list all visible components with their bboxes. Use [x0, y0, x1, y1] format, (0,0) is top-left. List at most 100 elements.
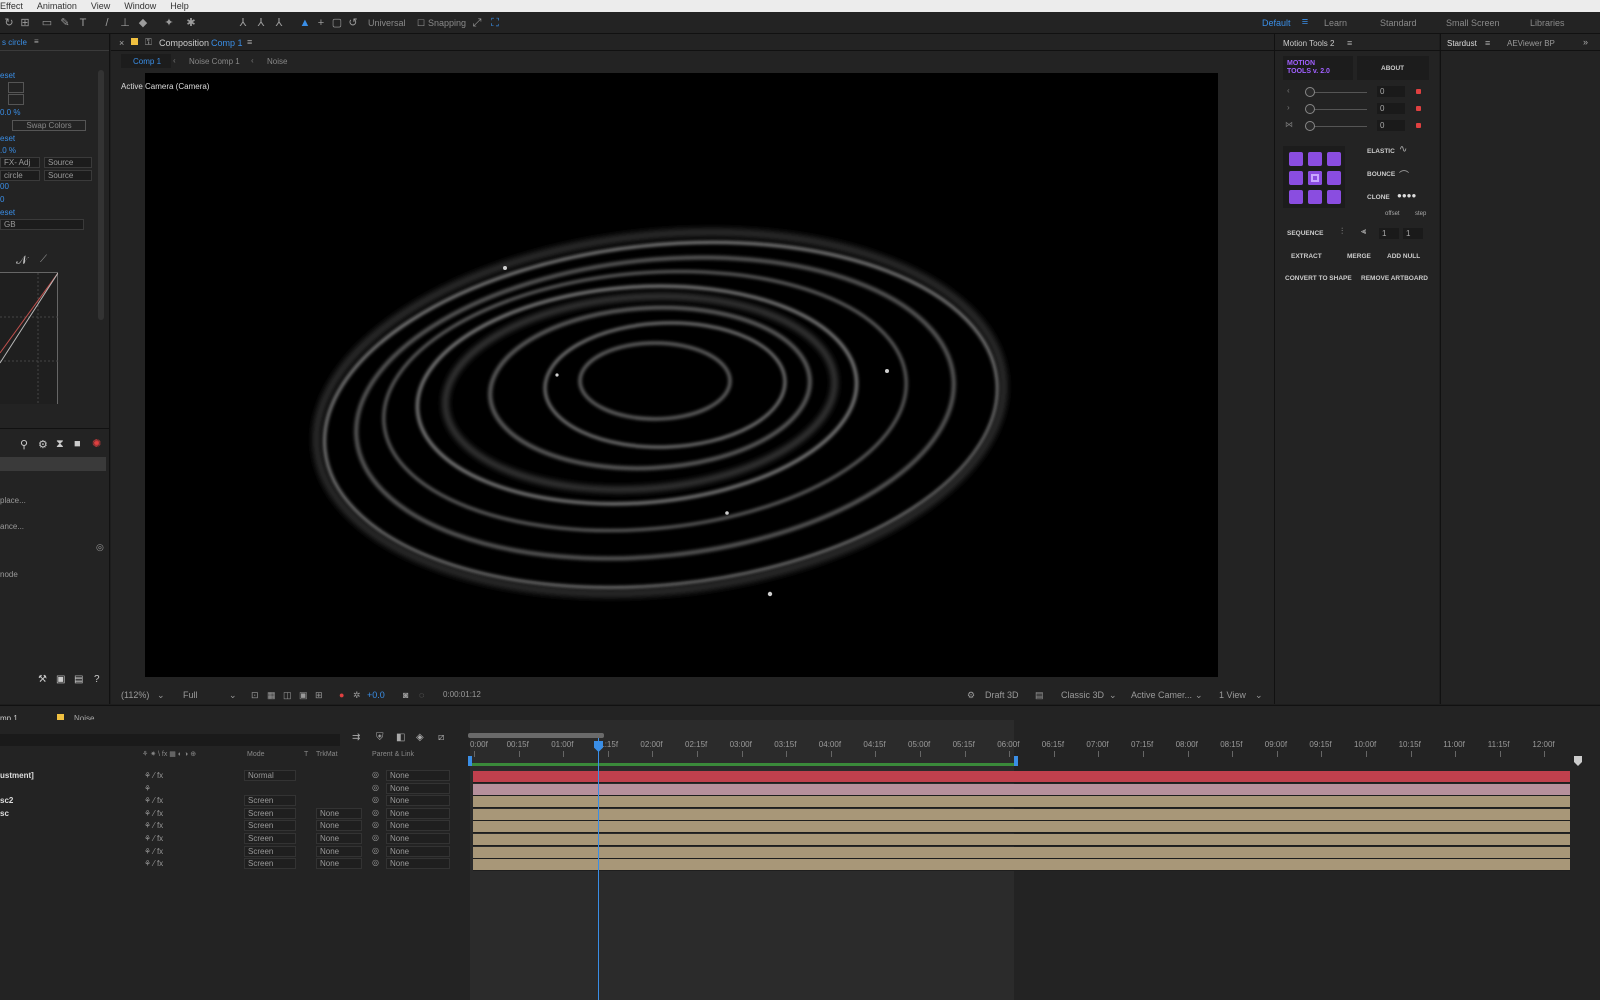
layer-select[interactable]: circle [0, 170, 40, 181]
pick-whip-icon[interactable]: ◎ [372, 858, 379, 867]
tab-aeviewer[interactable]: AEViewer BP [1507, 39, 1555, 48]
swap-colors-button[interactable]: Swap Colors [12, 120, 86, 131]
ease-slider-track[interactable] [1307, 109, 1367, 110]
breadcrumb-comp1[interactable]: Comp 1 [133, 57, 161, 66]
anchor-top-center[interactable] [1308, 152, 1322, 166]
layer-switches[interactable]: ⚘ ⁄ fx [144, 821, 163, 830]
value[interactable]: 0 [0, 195, 4, 204]
layer-row[interactable]: sc ⚘ ⁄ fx Screen None ◎ None [0, 807, 470, 820]
current-timecode[interactable]: 0:00:01:12 [443, 690, 481, 699]
reset-link[interactable]: eset [0, 134, 15, 143]
playhead-line[interactable] [598, 738, 599, 1000]
anchor-bottom-center[interactable] [1308, 190, 1322, 204]
list-item[interactable]: ance... [0, 522, 24, 531]
record-icon[interactable]: ✺ [92, 437, 101, 450]
source-select[interactable]: Source [44, 157, 92, 168]
workspace-menu-icon[interactable]: ≡ [1298, 15, 1312, 29]
layer-name[interactable]: ustment] [0, 771, 34, 780]
layer-parent-select[interactable]: None [386, 770, 450, 781]
move-tool-icon[interactable]: + [314, 16, 328, 30]
chevron-down-icon[interactable]: ⌄ [1195, 690, 1203, 701]
layer-row[interactable]: ⚘ ⁄ fx Screen None ◎ None [0, 858, 470, 870]
panel-menu-icon[interactable]: ≡ [1347, 38, 1352, 48]
selected-row[interactable] [0, 457, 106, 471]
curves-graph[interactable] [0, 272, 58, 405]
transparency-grid-icon[interactable]: ▦ [267, 690, 276, 701]
tracker-icon[interactable]: ⚲ [20, 438, 28, 451]
color-channels-icon[interactable]: ● [339, 690, 344, 700]
layer-duration-bar[interactable] [473, 834, 1570, 846]
stabilize-icon[interactable]: ⚙ [38, 438, 48, 451]
source-select[interactable]: Source [44, 170, 92, 181]
guides-icon[interactable]: ⊞ [315, 690, 323, 701]
merge-button[interactable]: MERGE [1347, 253, 1371, 260]
search-input[interactable] [0, 734, 340, 746]
layer-parent-select[interactable]: None [386, 858, 450, 870]
resolution-select[interactable]: Full [183, 690, 198, 700]
layer-name[interactable]: sc2 [0, 796, 13, 805]
layer-duration-bar[interactable] [473, 859, 1570, 872]
workspace-standard[interactable]: Standard [1380, 18, 1417, 28]
value[interactable]: 00 [0, 182, 9, 191]
reset-icon[interactable] [1416, 123, 1421, 128]
work-area-start-handle[interactable] [468, 756, 472, 766]
draft3d-label[interactable]: Draft 3D [985, 690, 1019, 700]
comment-icon[interactable]: ▣ [56, 674, 65, 685]
menu-effect[interactable]: Effect [0, 1, 23, 11]
brush-tool-icon[interactable]: / [100, 16, 114, 30]
color-swatch[interactable] [8, 82, 24, 93]
anchor-middle-right[interactable] [1327, 171, 1341, 185]
layer-duration-bar[interactable] [473, 783, 1570, 796]
list-item[interactable]: place... [0, 496, 26, 505]
extract-button[interactable]: EXTRACT [1291, 253, 1322, 260]
menu-window[interactable]: Window [124, 1, 156, 11]
add-null-button[interactable]: ADD NULL [1387, 253, 1420, 260]
rectangle-tool-icon[interactable]: ▭ [40, 16, 54, 30]
layer-row[interactable]: sc2 ⚘ ⁄ fx Screen ◎ None [0, 795, 470, 807]
layer-duration-bar[interactable] [473, 846, 1570, 859]
layer-name[interactable]: sc [0, 809, 9, 818]
layer-trkmat-select[interactable]: None [316, 820, 362, 832]
zoom-select[interactable]: (112%) [121, 690, 149, 700]
clone-stamp-icon[interactable]: ⊥ [118, 16, 132, 30]
eraser-icon[interactable]: ◆ [136, 16, 150, 30]
ease-slider-knob[interactable] [1305, 87, 1315, 97]
chevron-down-icon[interactable]: ⌄ [229, 690, 237, 701]
breadcrumb-noise-comp1[interactable]: Noise Comp 1 [189, 57, 240, 66]
panel-title[interactable]: s circle [2, 38, 27, 47]
pick-whip-icon[interactable]: ◎ [372, 783, 379, 792]
axis-local-icon[interactable]: ⅄ [236, 16, 250, 30]
layer-duration-bar[interactable] [473, 771, 1570, 783]
layer-trkmat-select[interactable]: None [316, 807, 362, 819]
workspace-default[interactable]: Default [1262, 18, 1291, 28]
layer-switches[interactable]: ⚘ ⁄ fx [144, 834, 163, 843]
wrench-icon[interactable]: ⚒ [38, 674, 47, 685]
menu-help[interactable]: Help [170, 1, 189, 11]
universal-label[interactable]: Universal [368, 18, 406, 28]
workspace-learn[interactable]: Learn [1324, 18, 1347, 28]
camera-icon[interactable]: ■ [74, 438, 81, 450]
close-tab-icon[interactable]: × [119, 38, 124, 48]
mask-visibility-icon[interactable]: ◫ [283, 690, 292, 701]
chevron-down-icon[interactable]: ⌄ [157, 690, 165, 701]
remove-artboard-button[interactable]: REMOVE ARTBOARD [1361, 275, 1428, 282]
comp-tab-prefix[interactable]: Composition [159, 38, 209, 48]
help-icon[interactable]: ? [94, 674, 100, 685]
percent-value[interactable]: .0 % [0, 146, 16, 155]
camera-orbit-icon[interactable]: ⊞ [18, 16, 32, 30]
anchor-bottom-right[interactable] [1327, 190, 1341, 204]
percent-value[interactable]: 0.0 % [0, 108, 20, 117]
scrollbar[interactable] [98, 70, 104, 320]
shy-icon[interactable]: ◧ [396, 732, 405, 743]
expand-panels-icon[interactable]: » [1583, 37, 1588, 47]
chevron-down-icon[interactable]: ⌄ [1109, 690, 1117, 701]
ease-both-field[interactable]: 0 [1377, 120, 1405, 131]
sequence-label[interactable]: SEQUENCE [1287, 230, 1323, 237]
layer-row[interactable]: ustment] ⚘ ⁄ fx Normal ◎ None [0, 770, 470, 782]
panel-title[interactable]: Motion Tools 2 [1283, 39, 1334, 48]
layer-mode-select[interactable]: Screen [244, 807, 296, 819]
elastic-button[interactable]: ELASTIC [1367, 148, 1395, 155]
layer-switches[interactable]: ⚘ ⁄ fx [144, 859, 163, 868]
layer-row[interactable]: ⚘ ⁄ fx Screen None ◎ None [0, 845, 470, 858]
region-of-interest-icon[interactable]: ⊡ [251, 690, 259, 701]
